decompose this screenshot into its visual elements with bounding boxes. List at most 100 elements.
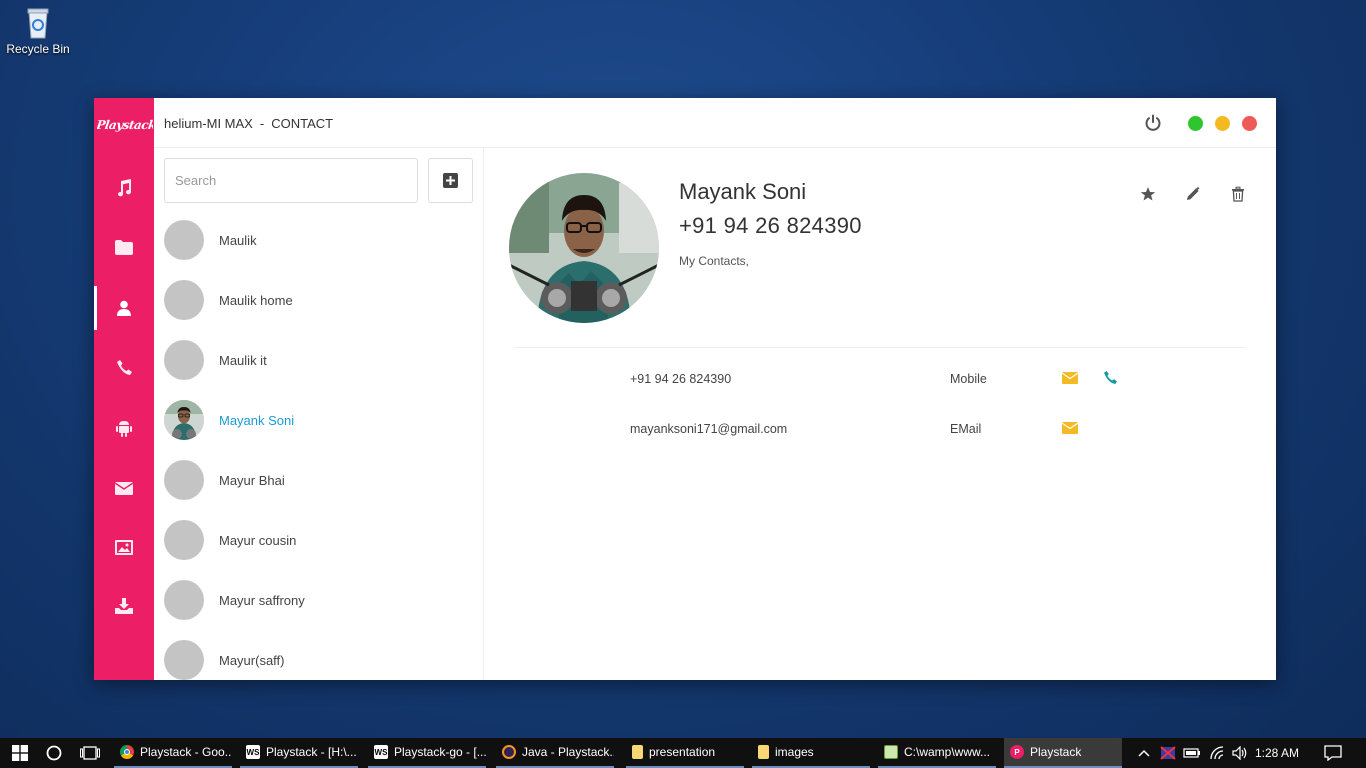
taskbar-app-eclipse[interactable]: Java - Playstack... xyxy=(496,738,614,768)
taskbar-app-chrome[interactable]: Playstack - Goo... xyxy=(114,738,232,768)
trash-icon[interactable] xyxy=(1230,186,1246,202)
taskbar-app-notepad[interactable]: C:\wamp\www... xyxy=(878,738,996,768)
nav-files[interactable] xyxy=(94,225,154,269)
recycle-bin-icon xyxy=(27,8,49,39)
window-title: helium-MI MAX - CONTACT xyxy=(164,116,333,131)
battery-icon xyxy=(1183,748,1200,758)
contact-name: Maulik it xyxy=(219,352,267,368)
star-icon[interactable] xyxy=(1140,186,1156,202)
wifi-icon xyxy=(1210,746,1224,760)
phone-icon[interactable] xyxy=(1104,371,1117,384)
nav-music[interactable] xyxy=(94,166,154,210)
recycle-bin-shortcut[interactable]: Recycle Bin xyxy=(4,6,72,56)
taskbar-app-label: Playstack-go - [... xyxy=(394,745,486,759)
taskbar-app-webstorm[interactable]: WS Playstack - [H:\... xyxy=(240,738,358,768)
contact-name: Maulik xyxy=(219,232,257,248)
taskbar-app-label: Playstack - [H:\... xyxy=(266,745,357,759)
taskbar: Playstack - Goo... WS Playstack - [H:\..… xyxy=(0,738,1366,768)
envelope-icon[interactable] xyxy=(1062,372,1078,384)
taskbar-app-webstorm-2[interactable]: WS Playstack-go - [... xyxy=(368,738,486,768)
nav-contacts[interactable] xyxy=(94,286,154,330)
entry-type: EMail xyxy=(950,422,982,436)
add-contact-button[interactable] xyxy=(428,158,473,203)
close-button[interactable] xyxy=(1242,116,1257,131)
network-button[interactable] xyxy=(1206,738,1228,768)
contact-list-pane: Maulik Maulik home Maulik it xyxy=(154,148,484,680)
show-hidden-icons-button[interactable] xyxy=(1134,738,1154,768)
avatar xyxy=(164,280,204,320)
chrome-icon xyxy=(120,745,134,759)
taskbar-app-folder-images[interactable]: images xyxy=(752,738,870,768)
entry-value: +91 94 26 824390 xyxy=(630,372,732,386)
contact-photo xyxy=(509,173,659,323)
taskbar-app-playstack[interactable]: P Playstack xyxy=(1004,738,1122,768)
envelope-icon[interactable] xyxy=(1062,422,1078,434)
avatar xyxy=(164,220,204,260)
nav-downloads[interactable] xyxy=(94,584,154,628)
cortana-button[interactable] xyxy=(36,738,72,768)
nav-calls[interactable] xyxy=(94,345,154,389)
notification-icon xyxy=(1324,745,1342,761)
contact-item[interactable]: Mayur(saff) xyxy=(154,630,483,680)
edit-icon[interactable] xyxy=(1185,186,1201,202)
contact-item[interactable]: Mayur saffrony xyxy=(154,570,483,630)
contact-name: Mayur(saff) xyxy=(219,652,285,668)
search-input[interactable] xyxy=(164,158,418,203)
avatar xyxy=(164,460,204,500)
folder-icon xyxy=(758,745,769,759)
contact-list: Maulik Maulik home Maulik it Mayank Soni… xyxy=(154,210,483,680)
title-separator: - xyxy=(259,116,265,131)
envelope-icon xyxy=(115,481,133,495)
contact-groups: My Contacts, xyxy=(679,254,750,268)
taskbar-app-folder-presentation[interactable]: presentation xyxy=(626,738,744,768)
nav-messages[interactable] xyxy=(94,466,154,510)
contact-item[interactable]: Mayur cousin xyxy=(154,510,483,570)
contact-item-selected[interactable]: Mayank Soni xyxy=(154,390,483,450)
playstack-icon: P xyxy=(1010,745,1024,759)
power-icon[interactable] xyxy=(1144,114,1162,132)
cortana-icon xyxy=(46,745,62,761)
webstorm-icon: WS xyxy=(246,745,260,759)
entry-type: Mobile xyxy=(950,372,987,386)
folder-icon xyxy=(632,745,643,759)
contact-item[interactable]: Mayur Bhai xyxy=(154,450,483,510)
contact-primary-phone: +91 94 26 824390 xyxy=(679,213,862,238)
taskbar-app-label: presentation xyxy=(649,745,716,759)
contact-entry-row: +91 94 26 824390 Mobile xyxy=(484,368,1276,392)
playstack-logo: Playstack xyxy=(94,114,157,138)
sidebar: Playstack xyxy=(94,98,157,680)
flag-tray-icon xyxy=(1160,746,1176,760)
section-name: CONTACT xyxy=(271,116,334,131)
taskbar-app-label: Java - Playstack... xyxy=(522,745,614,759)
nav-images[interactable] xyxy=(94,525,154,569)
notepad-icon xyxy=(884,745,898,759)
maximize-button[interactable] xyxy=(1188,116,1203,131)
android-icon xyxy=(116,420,132,437)
nav-apps[interactable] xyxy=(94,406,154,450)
taskbar-app-label: Playstack xyxy=(1030,745,1082,759)
speaker-icon xyxy=(1232,746,1247,760)
download-icon xyxy=(115,598,133,614)
contact-item[interactable]: Maulik it xyxy=(154,330,483,390)
svg-text:Playstack: Playstack xyxy=(97,118,153,132)
contact-name: Mayur saffrony xyxy=(219,592,305,608)
entry-value: mayanksoni171@gmail.com xyxy=(630,422,788,436)
eclipse-icon xyxy=(502,745,516,759)
tray-app-button[interactable] xyxy=(1157,738,1179,768)
taskbar-app-label: C:\wamp\www... xyxy=(904,745,991,759)
action-center-button[interactable] xyxy=(1320,738,1346,768)
battery-button[interactable] xyxy=(1181,738,1203,768)
contact-item[interactable]: Maulik home xyxy=(154,270,483,330)
contact-entry-row: mayanksoni171@gmail.com EMail xyxy=(484,418,1276,442)
plus-square-icon xyxy=(443,173,458,188)
taskbar-clock[interactable]: 1:28 AM xyxy=(1255,746,1299,760)
volume-button[interactable] xyxy=(1229,738,1251,768)
playstack-window: Playstack helium-MI MAX - CONTACT Search… xyxy=(94,98,1276,680)
task-view-button[interactable] xyxy=(72,738,108,768)
start-button[interactable] xyxy=(0,738,40,768)
minimize-button[interactable] xyxy=(1215,116,1230,131)
contact-item[interactable]: Maulik xyxy=(154,210,483,270)
folder-icon xyxy=(115,239,133,255)
image-icon xyxy=(115,539,133,555)
title-bar: helium-MI MAX - CONTACT xyxy=(154,98,1276,148)
